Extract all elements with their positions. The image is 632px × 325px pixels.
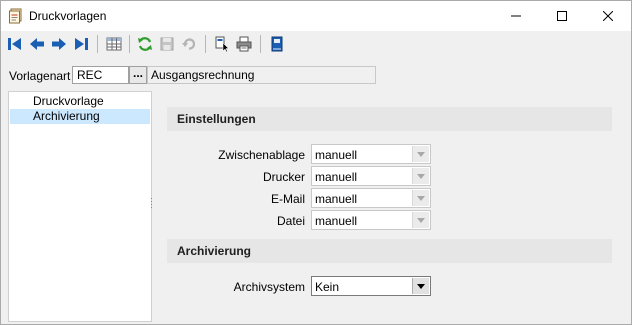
file-select-value: manuell [315,214,358,228]
window-title: Druckvorlagen [29,9,107,23]
app-window: Druckvorlagen Vorlagenart REC ... Ausgan… [0,0,632,325]
email-select-value: manuell [315,192,358,206]
document-cursor-icon [215,36,230,52]
template-type-label: Vorlagenart [9,69,71,83]
book-icon [271,36,283,52]
section-header-settings: Einstellungen [167,107,612,131]
floppy-disk-icon [160,37,174,51]
detail-panel: Einstellungen Zwischenablage manuell Dru… [157,91,625,320]
save-button[interactable] [157,34,177,54]
chevron-down-icon [412,146,429,162]
last-record-icon [75,38,88,50]
field-label-archive-system: Archivsystem [233,280,305,294]
chevron-down-icon [412,168,429,184]
book-button[interactable] [267,34,287,54]
minimize-icon [511,15,521,17]
clipboard-select[interactable]: manuell [311,144,431,164]
toolbar [1,31,631,57]
table-icon [106,37,122,51]
chevron-down-icon [412,278,429,294]
document-select-button[interactable] [212,34,232,54]
refresh-button[interactable] [135,34,155,54]
clipboard-select-value: manuell [315,148,358,162]
toolbar-separator [97,35,98,53]
toolbar-separator [205,35,206,53]
undo-button[interactable] [179,34,199,54]
arrow-right-icon [52,38,66,50]
field-label-file: Datei [276,214,305,228]
toolbar-separator [260,35,261,53]
refresh-icon [138,37,152,51]
template-type-description: Ausgangsrechnung [147,66,376,84]
navigation-tree: Druckvorlage Archivierung [8,91,152,322]
archive-system-select[interactable]: Kein [311,276,431,296]
arrow-left-icon [30,38,44,50]
field-label-email: E-Mail [270,192,305,206]
toolbar-separator [129,35,130,53]
splitter-handle[interactable] [150,196,153,212]
section-header-archive: Archivierung [167,239,612,263]
tree-item-druckvorlage[interactable]: Druckvorlage [10,94,150,109]
first-record-icon [8,38,21,50]
tree-item-archivierung[interactable]: Archivierung [10,109,150,124]
title-bar: Druckvorlagen [1,1,631,31]
field-label-printer: Drucker [262,170,305,184]
next-record-button[interactable] [49,34,69,54]
template-type-row: Vorlagenart REC ... Ausgangsrechnung [1,65,631,87]
chevron-down-icon [412,190,429,206]
printer-select-value: manuell [315,170,358,184]
close-icon [603,11,613,21]
table-view-button[interactable] [104,34,124,54]
minimize-button[interactable] [493,1,539,31]
print-button[interactable] [234,34,254,54]
field-label-clipboard: Zwischenablage [218,148,305,162]
template-type-input[interactable]: REC [72,66,129,84]
close-button[interactable] [585,1,631,31]
first-record-button[interactable] [5,34,25,54]
printer-icon [236,36,252,52]
file-select[interactable]: manuell [311,210,431,230]
chevron-down-icon [412,212,429,228]
document-stack-icon [8,8,24,24]
archive-system-select-value: Kein [315,280,340,294]
last-record-button[interactable] [71,34,91,54]
maximize-icon [557,11,567,21]
maximize-button[interactable] [539,1,585,31]
printer-select[interactable]: manuell [311,166,431,186]
previous-record-button[interactable] [27,34,47,54]
email-select[interactable]: manuell [311,188,431,208]
undo-icon [182,38,196,50]
template-type-lookup-button[interactable]: ... [129,66,147,84]
